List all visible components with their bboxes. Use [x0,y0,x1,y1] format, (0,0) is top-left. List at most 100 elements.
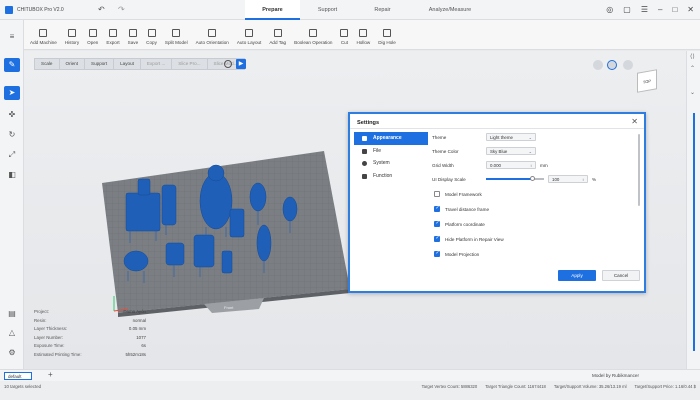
add-plate-button[interactable]: + [48,370,53,379]
stepper-icon[interactable]: ↕ [530,162,532,169]
chat-icon[interactable]: ▢ [623,5,631,14]
undo-icon[interactable]: ↶ [98,5,105,14]
edit-mode-icon[interactable]: ✎ [4,58,20,72]
save-button[interactable]: Save [128,29,138,49]
model-6[interactable] [282,196,298,222]
theme-color-select[interactable]: Sky Blue ⌄ [486,147,536,155]
settings-icon[interactable]: ⚙ [4,346,20,360]
copy-button[interactable]: Copy [146,29,157,49]
step-scale[interactable]: Scale [35,59,60,69]
ui-scale-input[interactable]: 100 ↕ [548,175,588,183]
apply-button[interactable]: Apply [558,270,596,281]
auto-orientation-icon [208,29,217,37]
platform-coordinate-checkbox[interactable] [434,220,440,227]
hollow-icon [359,29,368,37]
ui-scale-slider[interactable] [486,176,544,181]
cut-button[interactable]: Cut [340,29,349,49]
step-orient[interactable]: Orient [60,59,86,69]
chevron-down-icon[interactable]: ⌄ [690,89,695,96]
hollow-button[interactable]: Hollow [356,29,370,49]
tab-analyze-measure[interactable]: Analyze/Measure [410,0,490,20]
checkbox-row[interactable]: Travel distance frame [432,205,638,215]
export-button[interactable]: Export [106,29,120,49]
ui-scale-knob[interactable] [529,176,535,181]
close-window-icon[interactable]: ✕ [687,5,694,14]
view-shading-icon[interactable] [593,60,603,70]
add-tag-button[interactable]: Add Tag [269,29,286,49]
settings-nav-file[interactable]: File [354,145,428,158]
settings-scrollbar[interactable] [638,134,640,206]
theme-select[interactable]: Light theme ⌄ [486,133,536,141]
scale-tool-icon[interactable]: ⤢ [4,148,20,162]
boolean-operation-button[interactable]: Boolean Operation [294,29,332,49]
select-tool-icon[interactable]: ➤ [4,86,20,100]
tab-repair[interactable]: Repair [355,0,410,20]
grid-width-input[interactable]: 0.000 ↕ [486,161,536,169]
chevron-up-icon[interactable]: ⌃ [690,65,695,72]
model-3[interactable] [199,172,233,230]
help-icon[interactable]: ☰ [641,5,648,14]
history-button[interactable]: History [65,29,79,49]
view-cube[interactable]: TOP [637,69,657,93]
dig-hole-button[interactable]: Dig Hole [378,29,396,49]
open-button[interactable]: Open [87,29,98,49]
settings-nav-system[interactable]: System [354,157,428,170]
settings-nav-appearance[interactable]: Appearance [354,132,428,145]
model-3-top[interactable] [207,164,225,182]
plate-tab-default[interactable]: default [4,372,32,380]
vertex-count: Target Vertex Count: 5886320 [421,384,478,389]
travel-distance-frame-checkbox[interactable] [434,205,440,212]
auto-layout-button[interactable]: Auto Layout [237,29,261,49]
add-machine-button[interactable]: Add Machine [30,29,57,49]
cancel-button[interactable]: Cancel [602,270,640,281]
layer-slider[interactable] [693,113,695,351]
view-mode-icon[interactable] [607,60,617,70]
checkbox-row[interactable]: Model Projection [432,250,638,260]
rotate-tool-icon[interactable]: ↻ [4,128,20,142]
redo-icon[interactable]: ↷ [118,5,125,14]
account-icon[interactable]: ◎ [606,5,613,14]
model-10[interactable] [256,224,272,262]
mirror-tool-icon[interactable]: ◧ [4,168,20,182]
file-icon [362,148,367,154]
move-tool-icon[interactable]: ✜ [4,108,20,122]
plate-front-label: Front [224,305,234,310]
add-machine-icon [39,29,48,37]
tab-support[interactable]: Support [300,0,355,20]
view-option-icon[interactable] [623,60,633,70]
menu-icon[interactable]: ≡ [4,30,20,44]
model-8[interactable] [165,242,185,266]
hide-platform-checkbox[interactable] [434,235,440,242]
workflow-run-button[interactable]: ▶ [236,59,246,69]
workflow-settings-icon[interactable] [224,60,232,68]
maximize-icon[interactable]: □ [672,5,677,14]
model-5[interactable] [249,182,267,212]
close-icon[interactable]: ✕ [631,117,638,126]
model-projection-checkbox[interactable] [434,250,440,257]
model-framework-checkbox[interactable] [434,191,440,197]
minimize-icon[interactable]: – [658,5,662,14]
step-slice-pro[interactable]: Slice Pro... [172,59,208,69]
model-1-top[interactable] [137,178,151,196]
tab-prepare[interactable]: Prepare [245,0,300,20]
model-7[interactable] [123,250,149,272]
checkbox-row[interactable]: Hide Platform in Repair View [432,235,638,245]
step-export[interactable]: Export ... [141,59,173,69]
split-model-button[interactable]: Split Model [165,29,188,49]
model-4[interactable] [229,208,245,238]
step-support[interactable]: Support [85,59,115,69]
model-2[interactable] [161,184,177,226]
settings-nav-function[interactable]: Function [354,170,428,183]
model-9[interactable] [193,234,215,268]
step-layout[interactable]: Layout [114,59,141,69]
checkbox-row[interactable]: Model Framework [432,190,638,200]
model-11[interactable] [221,250,233,274]
collapse-icon[interactable]: ⟨⟩ [690,53,695,60]
main-toolbar: Add Machine History Open Export Save Cop… [24,20,700,50]
layers-icon[interactable]: ▤ [4,307,20,321]
model-1[interactable] [125,192,161,232]
checkbox-row[interactable]: Platform coordinate [432,220,638,230]
stepper-icon[interactable]: ↕ [582,176,584,183]
measure-icon[interactable]: △ [4,326,20,340]
auto-orientation-button[interactable]: Auto Orientation [196,29,229,49]
